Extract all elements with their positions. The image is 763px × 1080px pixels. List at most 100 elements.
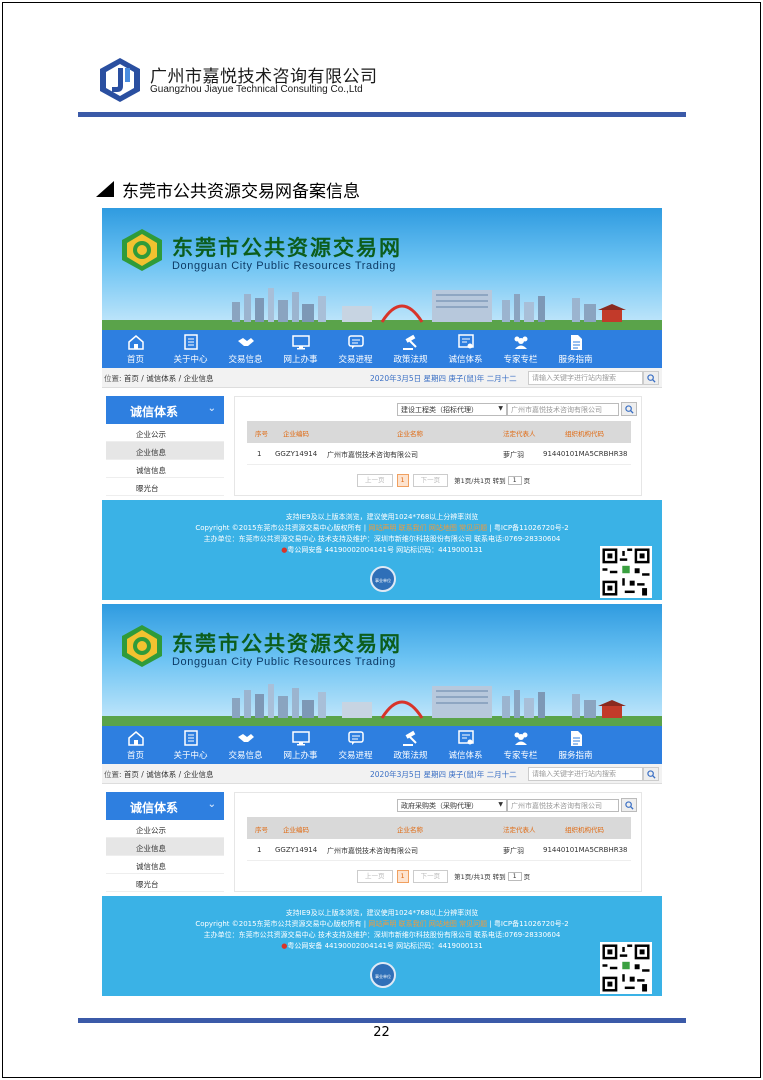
- current-page-button[interactable]: 1: [396, 473, 409, 487]
- breadcrumb: 位置: 首页 / 诚信体系 / 企业信息: [104, 373, 214, 384]
- nav-item[interactable]: 首页: [108, 726, 163, 764]
- nav-item-label: 政策法规: [393, 355, 428, 365]
- sidebar-item[interactable]: 企业公示: [106, 424, 224, 442]
- chat-icon: [347, 731, 364, 745]
- chevron-down-icon[interactable]: ⌄: [208, 799, 216, 810]
- pagination: 上一页 1 下一页 第1页/共1页 转到 1 页: [357, 473, 530, 487]
- site-banner: 东莞市公共资源交易网 Dongguan City Public Resource…: [102, 208, 662, 330]
- page-summary-text: 第1页/共1页 转到: [454, 476, 506, 485]
- handshake-icon: [237, 338, 254, 346]
- nav-item[interactable]: 网上办事: [273, 330, 328, 368]
- nav-item[interactable]: 诚信体系: [438, 726, 493, 764]
- goto-page-input[interactable]: 1: [507, 476, 522, 486]
- current-page-button[interactable]: 1: [396, 869, 409, 883]
- category-select[interactable]: 政府采购类（采购代理） ▼: [397, 799, 507, 812]
- footer-link[interactable]: 联系我们: [399, 920, 427, 928]
- institution-badge[interactable]: 事业单位: [370, 962, 396, 988]
- table-row[interactable]: 1 GGZY14914 广州市嘉悦技术咨询有限公司 萝广羽 91440101MA…: [247, 443, 631, 465]
- nav-item[interactable]: 交易进程: [328, 330, 383, 368]
- site-nav: 首页 关于中心 交易信息 网上办事 交易进程 政策法规 诚信体系 专家专栏 服务指南: [102, 726, 662, 764]
- website-screenshot-procurement: 东莞市公共资源交易网 Dongguan City Public Resource…: [102, 604, 662, 996]
- nav-item[interactable]: 首页: [108, 330, 163, 368]
- nav-item[interactable]: 服务指南: [548, 330, 603, 368]
- enterprise-search-button[interactable]: [621, 798, 637, 812]
- goto-page-input[interactable]: 1: [507, 872, 522, 882]
- column-header: 企业编码: [283, 826, 309, 834]
- prev-page-button[interactable]: 上一页: [357, 473, 393, 487]
- chevron-down-icon[interactable]: ⌄: [208, 403, 216, 414]
- monitor-icon: [291, 731, 310, 746]
- sidebar-title: 诚信体系 ⌄: [106, 396, 224, 424]
- prev-page-button[interactable]: 上一页: [357, 869, 393, 883]
- site-nav: 首页 关于中心 交易信息 网上办事 交易进程 政策法规 诚信体系 专家专栏 服务指南: [102, 330, 662, 368]
- nav-item[interactable]: 政策法规: [383, 726, 438, 764]
- nav-item-label: 交易信息: [228, 355, 263, 365]
- page-number: 22: [373, 1025, 390, 1040]
- footer-link[interactable]: 网站声明: [368, 920, 396, 928]
- nav-item[interactable]: 网上办事: [273, 726, 328, 764]
- category-select[interactable]: 建设工程类（招标代理） ▼: [397, 403, 507, 416]
- enterprise-search-button[interactable]: [621, 402, 637, 416]
- site-search-input[interactable]: 请输入关键字进行站内搜索: [528, 767, 643, 781]
- breadcrumb-path[interactable]: 首页 / 诚信体系 / 企业信息: [124, 770, 214, 779]
- footer-organizer: 主办单位：东莞市公共资源交易中心 技术支持及维护：深圳市新维尔科技股份有限公司 …: [203, 535, 561, 543]
- footer-link[interactable]: 常见问题: [459, 524, 487, 532]
- footer-link[interactable]: 网站地图: [429, 920, 457, 928]
- search-icon: [624, 404, 634, 414]
- site-search-button[interactable]: [643, 767, 659, 781]
- nav-item[interactable]: 服务指南: [548, 726, 603, 764]
- nav-item[interactable]: 关于中心: [163, 330, 218, 368]
- column-header: 企业名称: [397, 430, 423, 438]
- nav-item[interactable]: 交易信息: [218, 726, 273, 764]
- footer-link[interactable]: 网站地图: [429, 524, 457, 532]
- next-page-button[interactable]: 下一页: [412, 473, 449, 487]
- icp-text: | 粤ICP备11026720号-2: [489, 920, 569, 928]
- sidebar-item[interactable]: 曝光台: [106, 874, 224, 892]
- table-row[interactable]: 1 GGZY14914 广州市嘉悦技术咨询有限公司 萝广羽 91440101MA…: [247, 839, 631, 861]
- enterprise-search-input[interactable]: 广州市嘉悦技术咨询有限公司: [507, 799, 619, 812]
- sidebar-item[interactable]: 企业公示: [106, 820, 224, 838]
- sidebar-item[interactable]: 诚信信息: [106, 856, 224, 874]
- nav-item-label: 首页: [126, 355, 144, 365]
- table-cell[interactable]: 广州市嘉悦技术咨询有限公司: [327, 450, 418, 460]
- sidebar-item[interactable]: 曝光台: [106, 478, 224, 496]
- nav-item[interactable]: 专家专栏: [493, 726, 548, 764]
- table-cell: 萝广羽: [503, 847, 524, 855]
- site-name-en: Dongguan City Public Resources Trading: [172, 656, 396, 668]
- nav-item[interactable]: 关于中心: [163, 726, 218, 764]
- icp-text: | 粤ICP备11026720号-2: [489, 524, 569, 532]
- document-icon: [183, 334, 198, 350]
- nav-item-label: 关于中心: [173, 355, 208, 365]
- handshake-icon: [237, 734, 254, 742]
- police-record-text: 粤公网安备 44190002004141号 网站标识码：4419000131: [287, 546, 483, 554]
- nav-item-label: 服务指南: [558, 751, 593, 761]
- home-icon: [127, 731, 144, 746]
- sidebar-item[interactable]: 企业信息: [106, 838, 224, 856]
- column-header: 法定代表人: [503, 826, 536, 834]
- footer-link[interactable]: 网站声明: [368, 524, 396, 532]
- next-page-button[interactable]: 下一页: [412, 869, 449, 883]
- table-cell[interactable]: 广州市嘉悦技术咨询有限公司: [327, 846, 418, 856]
- enterprise-search-input[interactable]: 广州市嘉悦技术咨询有限公司: [507, 403, 619, 416]
- table-cell: GGZY14914: [275, 450, 318, 458]
- breadcrumb-path[interactable]: 首页 / 诚信体系 / 企业信息: [124, 374, 214, 383]
- sidebar-item[interactable]: 企业信息: [106, 442, 224, 460]
- institution-badge[interactable]: 事业单位: [370, 566, 396, 592]
- nav-item[interactable]: 交易信息: [218, 330, 273, 368]
- footer-link[interactable]: 联系我们: [399, 524, 427, 532]
- nav-item-label: 交易进程: [338, 355, 373, 365]
- site-name-en: Dongguan City Public Resources Trading: [172, 260, 396, 272]
- dropdown-arrow-icon: ▼: [498, 801, 503, 808]
- copyright-text: Copyright ©2015东莞市公共资源交易中心版权所有 |: [195, 524, 367, 532]
- site-search-input[interactable]: 请输入关键字进行站内搜索: [528, 371, 643, 385]
- section-title-text: 东莞市公共资源交易网备案信息: [122, 181, 360, 202]
- search-icon: [624, 800, 634, 810]
- nav-item[interactable]: 专家专栏: [493, 330, 548, 368]
- nav-item-label: 关于中心: [173, 751, 208, 761]
- site-search-button[interactable]: [643, 371, 659, 385]
- nav-item[interactable]: 政策法规: [383, 330, 438, 368]
- nav-item[interactable]: 交易进程: [328, 726, 383, 764]
- footer-link[interactable]: 常见问题: [459, 920, 487, 928]
- sidebar-item[interactable]: 诚信信息: [106, 460, 224, 478]
- nav-item[interactable]: 诚信体系: [438, 330, 493, 368]
